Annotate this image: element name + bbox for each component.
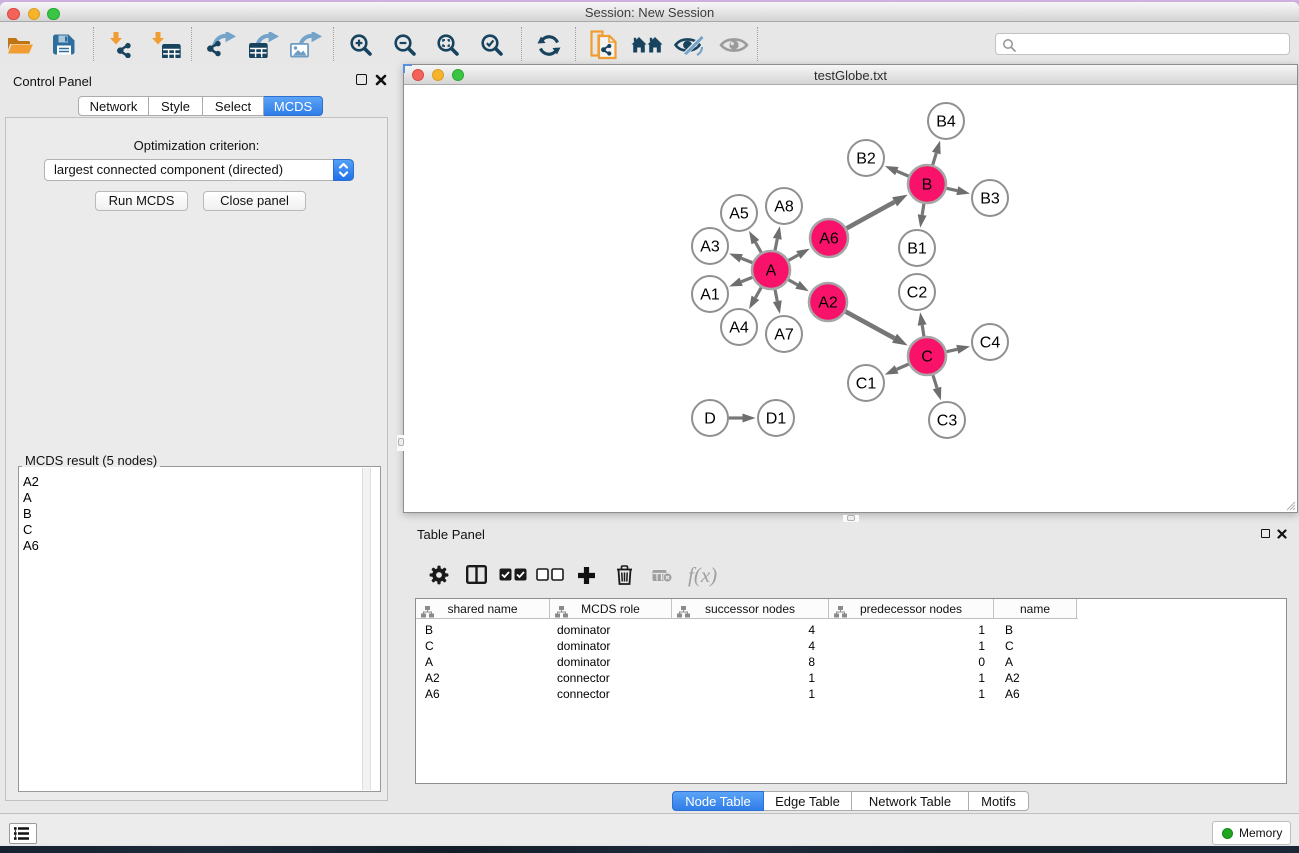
svg-text:C4: C4 [980,335,1001,352]
svg-text:A5: A5 [729,206,749,223]
svg-text:B: B [922,177,933,194]
svg-text:B4: B4 [936,114,956,131]
svg-text:A8: A8 [774,199,794,216]
svg-text:C: C [921,349,933,366]
svg-text:A: A [766,263,777,280]
svg-text:D1: D1 [766,411,787,428]
svg-text:B1: B1 [907,241,927,258]
svg-text:A2: A2 [818,295,838,312]
svg-text:D: D [704,411,716,428]
svg-text:B3: B3 [980,191,1000,208]
svg-text:C1: C1 [856,376,877,393]
svg-text:A7: A7 [774,327,794,344]
svg-text:C3: C3 [937,413,958,430]
svg-text:B2: B2 [856,151,876,168]
svg-text:A6: A6 [819,231,839,248]
svg-text:A1: A1 [700,287,720,304]
svg-text:C2: C2 [907,285,928,302]
svg-text:A3: A3 [700,239,720,256]
svg-text:A4: A4 [729,320,749,337]
